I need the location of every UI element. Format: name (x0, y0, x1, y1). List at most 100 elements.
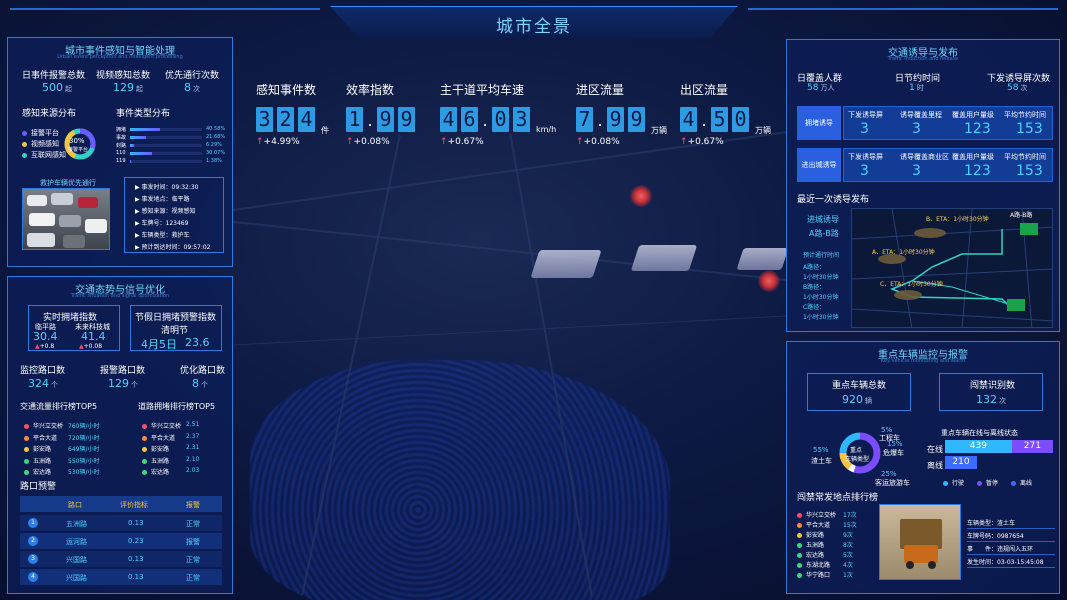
rank-dot-icon (142, 458, 147, 464)
detail-label: ▶ 车辆类型： (135, 232, 172, 239)
kpi-label: 出区流量 (680, 83, 729, 97)
kpi-digit: 3 (256, 107, 273, 132)
table-row[interactable]: 4 兴国路 0.13 正常 (20, 569, 222, 585)
cell-road: 兴国路 (66, 574, 87, 582)
guide-col-label: 覆盖用户量级 (952, 153, 994, 161)
rank-name: 平合大道 (33, 434, 58, 442)
list-item[interactable]: 平合大道 (142, 433, 175, 442)
detail-label: ▶ 车牌号： (135, 220, 166, 227)
kpi-digit: 9 (607, 107, 624, 132)
kpi-digit: 6 (461, 107, 478, 132)
list-item[interactable]: 华兴立交桥 (24, 421, 63, 430)
list-item[interactable]: 华兴立交桥 (142, 421, 181, 430)
rank-value: 2.10 (186, 455, 200, 463)
row-number: 1 (28, 518, 38, 528)
list-item[interactable]: 平合大道 (24, 433, 57, 442)
box-title: 闯禁识别数 (970, 381, 1016, 391)
event-marker-icon[interactable] (758, 270, 780, 292)
list-item[interactable]: 五洲路 (142, 456, 169, 465)
holiday-date: 4月5日 (141, 338, 177, 351)
list-item[interactable]: 华兴立交桥 (797, 510, 836, 519)
list-item[interactable]: 五洲路 (24, 456, 51, 465)
row-number: 4 (28, 572, 38, 582)
panel-subtitle: Key vehicle monitoring and alarm (880, 358, 966, 364)
detail-value: 视频感知 (171, 208, 196, 215)
rank-name: 平合大道 (151, 434, 176, 442)
rank-dot-icon (142, 435, 147, 441)
type-pct: 40.58% (206, 126, 226, 132)
list-item[interactable]: 彭安路 (142, 444, 169, 453)
record-label: 车辆类型： (967, 520, 998, 527)
type-pct: 6.29% (206, 142, 222, 148)
detail-value: 临平路 (171, 196, 190, 203)
eta-line: 1小时30分钟 (803, 294, 839, 301)
list-item[interactable]: 宏达路 (24, 467, 51, 476)
vehicle-snapshot[interactable] (879, 504, 961, 580)
type-pct: 30.07% (206, 150, 226, 156)
donut-center: 车辆类型 (845, 456, 870, 463)
section-title: 事件类型分布 (116, 109, 171, 119)
online-bar[interactable]: 439 271 (945, 440, 1053, 453)
guide-col-value: 153 (1016, 163, 1043, 179)
table-row[interactable]: 2 运河路 0.23 报警 (20, 533, 222, 549)
list-item[interactable]: 宏达路 (142, 467, 169, 476)
panel-subtitle: Urban event perception and intelligent p… (57, 54, 183, 60)
guide-row-name[interactable]: 拥堵诱导 (797, 106, 841, 140)
offline-value: 210 (945, 456, 977, 469)
type-pct: 21.68% (206, 134, 226, 140)
legend-dot-icon (1011, 481, 1016, 486)
record-row: 车牌号码：0987654 (967, 531, 1055, 542)
box-value: 132 次 (976, 393, 1006, 406)
online-label: 在线 (927, 445, 943, 454)
table-row[interactable]: 3 兴国路 0.13 正常 (20, 551, 222, 567)
list-item[interactable]: 宏达路 (797, 550, 824, 559)
offline-bar[interactable]: 210 (945, 456, 977, 469)
stat-value: 500 起 (42, 81, 72, 94)
record-label: 发生时间： (967, 559, 998, 566)
offline-label: 离线 (927, 461, 943, 470)
stat-value: 129 起 (113, 81, 143, 94)
list-item[interactable]: 东湖北路 (797, 560, 830, 569)
arrow-up-icon: ↑ (256, 137, 264, 147)
guide-col-label: 平均节约时间 (1004, 111, 1046, 119)
panel-subtitle: Traffic situation and signal optimizatio… (70, 293, 170, 299)
list-item[interactable]: 平合大道 (797, 520, 830, 529)
rank-value: 9次 (843, 532, 853, 539)
type-pct: 1.38% (206, 158, 222, 164)
header-line (10, 8, 320, 10)
rank-value: 760辆/小时 (68, 423, 100, 430)
route-map-graphic (852, 209, 1052, 327)
event-marker-icon[interactable] (630, 185, 652, 207)
guide-col-label: 下发诱导屏 (848, 111, 883, 119)
kpi-label: 感知事件数 (256, 83, 317, 97)
legend-item: 暂停 (977, 478, 998, 487)
list-item[interactable]: 华宁路口 (797, 570, 830, 579)
kpi-digit: 4 (440, 107, 457, 132)
record-label: 事 件： (967, 546, 998, 553)
camera-snapshot[interactable] (22, 188, 110, 250)
guide-row[interactable]: 下发诱导屏 3 诱导覆盖商业区 3 覆盖用户量级 123 平均节约时间 153 (843, 148, 1053, 182)
stat-value: 58 次 (1007, 83, 1028, 93)
guide-col-label: 诱导覆盖里程 (900, 111, 942, 119)
list-item[interactable]: 彭安路 (24, 444, 51, 453)
stat-label: 监控路口数 (20, 366, 66, 376)
cell-status: 正常 (186, 556, 200, 564)
traffic-panel: 交通态势与信号优化 Traffic situation and signal o… (7, 276, 233, 594)
list-item[interactable]: 彭安路 (797, 530, 824, 539)
kpi-delta-text: +0.08% (353, 137, 390, 147)
rank-name: 五洲路 (806, 542, 825, 549)
kpi-delta: ↑+0.08% (576, 137, 620, 147)
city-map[interactable] (230, 130, 790, 600)
rank-dot-icon (142, 447, 147, 452)
kpi-digits: 324 (256, 107, 315, 132)
table-row[interactable]: 1 五洲路 0.13 正常 (20, 515, 222, 531)
rank-value: 17次 (843, 512, 857, 519)
guide-map[interactable]: A路-B路 B、ETA：1小时30分钟 A、ETA：1小时30分钟 C、ETA：… (851, 208, 1053, 328)
guide-row-name[interactable]: 进出城诱导 (797, 148, 841, 182)
guide-row[interactable]: 下发诱导屏 3 诱导覆盖里程 3 覆盖用户量级 123 平均节约时间 153 (843, 106, 1053, 140)
kpi-digit: 0 (492, 107, 509, 132)
kpi-delta: ↑+0.67% (680, 137, 724, 147)
list-item[interactable]: 五洲路 (797, 540, 824, 549)
detail-value: 09:32:30 (171, 184, 199, 191)
slice-pct: 55% (813, 446, 829, 454)
